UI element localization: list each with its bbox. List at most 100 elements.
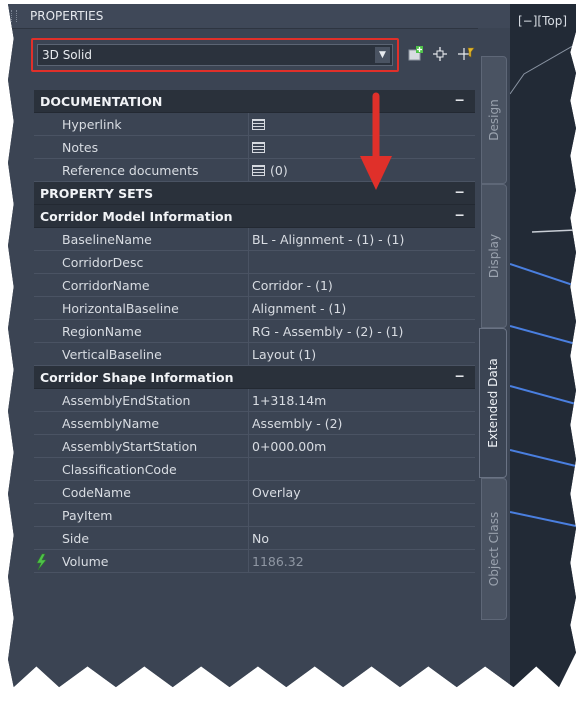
collapse-icon[interactable]: −: [455, 92, 465, 107]
row-gutter: [34, 458, 61, 480]
property-row[interactable]: AssemblyEndStation 1+318.14m: [34, 389, 475, 412]
column-separator: [248, 228, 249, 250]
property-name: Side: [62, 531, 90, 546]
category-row[interactable]: DOCUMENTATION −: [34, 90, 475, 113]
property-value[interactable]: (0): [252, 163, 288, 178]
property-row[interactable]: CorridorDesc: [34, 251, 475, 274]
property-row[interactable]: CorridorName Corridor - (1): [34, 274, 475, 297]
property-value-text: RG - Assembly - (2) - (1): [252, 324, 404, 339]
property-value-text: BL - Alignment - (1) - (1): [252, 232, 405, 247]
collapse-icon[interactable]: −: [455, 184, 465, 199]
category-row[interactable]: PROPERTY SETS −: [34, 182, 475, 205]
property-value[interactable]: BL - Alignment - (1) - (1): [252, 232, 404, 247]
property-name: ClassificationCode: [62, 462, 177, 477]
row-gutter: [34, 550, 61, 572]
tab-extended-data[interactable]: Extended Data: [479, 328, 507, 478]
column-separator: [248, 412, 249, 434]
chevron-down-icon[interactable]: ▼: [375, 47, 390, 63]
property-row[interactable]: PayItem: [34, 504, 475, 527]
drag-grip-icon[interactable]: [11, 10, 17, 22]
row-gutter: [34, 527, 61, 549]
row-gutter: [34, 412, 61, 434]
property-name: CorridorDesc: [62, 255, 144, 270]
property-name: Hyperlink: [62, 117, 122, 132]
column-separator: [248, 274, 249, 296]
property-value[interactable]: 0+000.00m: [252, 439, 326, 454]
property-name: HorizontalBaseline: [62, 301, 179, 316]
property-value[interactable]: Alignment - (1): [252, 301, 346, 316]
property-row[interactable]: Side No: [34, 527, 475, 550]
palette-title-bar[interactable]: PROPERTIES: [8, 4, 510, 29]
collapse-icon[interactable]: −: [455, 368, 465, 383]
object-type-value: 3D Solid: [42, 48, 92, 62]
property-row[interactable]: HorizontalBaseline Alignment - (1): [34, 297, 475, 320]
row-gutter: [34, 343, 61, 365]
grid-icon[interactable]: [252, 119, 265, 130]
property-name: VerticalBaseline: [62, 347, 162, 362]
drawing-viewport[interactable]: [−][Top]: [510, 4, 576, 688]
property-value-text: Overlay: [252, 485, 301, 500]
add-selected-icon[interactable]: [405, 44, 425, 64]
property-value-text: No: [252, 531, 269, 546]
property-value-text: 1+318.14m: [252, 393, 327, 408]
property-value[interactable]: [252, 117, 270, 132]
palette-title: PROPERTIES: [30, 9, 104, 23]
property-value-text: Corridor - (1): [252, 278, 333, 293]
property-row[interactable]: ClassificationCode: [34, 458, 475, 481]
property-value[interactable]: Layout (1): [252, 347, 316, 362]
property-row[interactable]: AssemblyName Assembly - (2): [34, 412, 475, 435]
grid-icon[interactable]: [252, 142, 265, 153]
property-value[interactable]: [252, 140, 270, 155]
palette-tabs: Design Display Extended Data Object Clas…: [478, 28, 510, 688]
viewport-drawing: [510, 43, 576, 527]
category-row[interactable]: Corridor Model Information −: [34, 205, 475, 228]
tab-display[interactable]: Display: [481, 184, 507, 328]
row-gutter: [34, 228, 61, 250]
property-row[interactable]: Hyperlink: [34, 113, 475, 136]
column-separator: [248, 297, 249, 319]
row-gutter: [34, 481, 61, 503]
property-row[interactable]: BaselineName BL - Alignment - (1) - (1): [34, 228, 475, 251]
property-name: PayItem: [62, 508, 113, 523]
category-row[interactable]: Corridor Shape Information −: [34, 366, 475, 389]
row-gutter: [34, 136, 61, 158]
property-row[interactable]: Reference documents (0): [34, 159, 475, 182]
property-name: CorridorName: [62, 278, 150, 293]
property-row[interactable]: CodeName Overlay: [34, 481, 475, 504]
property-value[interactable]: RG - Assembly - (2) - (1): [252, 324, 403, 339]
property-value[interactable]: Assembly - (2): [252, 416, 342, 431]
property-value[interactable]: 1+318.14m: [252, 393, 326, 408]
column-separator: [248, 458, 249, 480]
quick-select-icon[interactable]: [456, 44, 476, 64]
category-label: PROPERTY SETS: [40, 186, 154, 201]
property-row[interactable]: Notes: [34, 136, 475, 159]
collapse-icon[interactable]: −: [455, 207, 465, 222]
property-name: BaselineName: [62, 232, 152, 247]
category-label: Corridor Model Information: [40, 209, 233, 224]
property-value[interactable]: Corridor - (1): [252, 278, 333, 293]
screenshot-frame: [−][Top] PROPERTIES 3D Solid ▼ DOCUMENTA…: [8, 4, 576, 688]
property-row[interactable]: RegionName RG - Assembly - (2) - (1): [34, 320, 475, 343]
category-label: DOCUMENTATION: [40, 94, 163, 109]
pick-objects-icon[interactable]: [430, 44, 450, 64]
row-gutter: [34, 251, 61, 273]
property-value[interactable]: No: [252, 531, 269, 546]
column-separator: [248, 159, 249, 181]
column-separator: [248, 251, 249, 273]
row-gutter: [34, 389, 61, 411]
property-row[interactable]: VerticalBaseline Layout (1): [34, 343, 475, 366]
property-name: AssemblyEndStation: [62, 393, 191, 408]
tab-object-class[interactable]: Object Class: [481, 478, 507, 620]
category-label: Corridor Shape Information: [40, 370, 234, 385]
tab-design[interactable]: Design: [481, 56, 507, 184]
property-grid: DOCUMENTATION − Hyperlink Notes Reference do…: [34, 90, 475, 594]
property-row[interactable]: Volume 1186.32: [34, 550, 475, 573]
column-separator: [248, 504, 249, 526]
property-value[interactable]: Overlay: [252, 485, 301, 500]
object-type-select[interactable]: 3D Solid ▼: [37, 44, 393, 66]
row-gutter: [34, 159, 61, 181]
row-gutter: [34, 274, 61, 296]
property-value-text: Alignment - (1): [252, 301, 347, 316]
grid-icon[interactable]: [252, 165, 265, 176]
property-row[interactable]: AssemblyStartStation 0+000.00m: [34, 435, 475, 458]
